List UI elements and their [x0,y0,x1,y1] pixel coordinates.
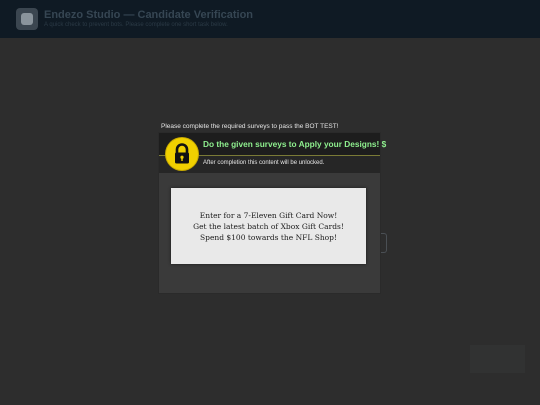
app-title: Endezo Studio — Candidate Verification [44,9,254,21]
locker-title: Do the given surveys to Apply your Desig… [203,139,387,149]
padlock-icon [166,138,198,170]
offer-link[interactable]: Spend $100 towards the NFL Shop! [200,232,337,243]
offer-link[interactable]: Get the latest batch of Xbox Gift Cards! [193,221,344,232]
app-header: Endezo Studio — Candidate Verification A… [0,0,540,38]
background-widget [470,345,525,373]
offer-link[interactable]: Enter for a 7-Eleven Gift Card Now! [200,210,337,221]
app-logo-icon [16,8,38,30]
bot-test-prompt: Please complete the required surveys to … [161,123,339,130]
app-subtitle: A quick check to prevent bots. Please co… [44,22,228,28]
locker-subtitle: After completion this content will be un… [203,160,325,166]
content-locker-modal: Do the given surveys to Apply your Desig… [159,133,386,293]
offers-panel: Enter for a 7-Eleven Gift Card Now! Get … [171,188,366,264]
